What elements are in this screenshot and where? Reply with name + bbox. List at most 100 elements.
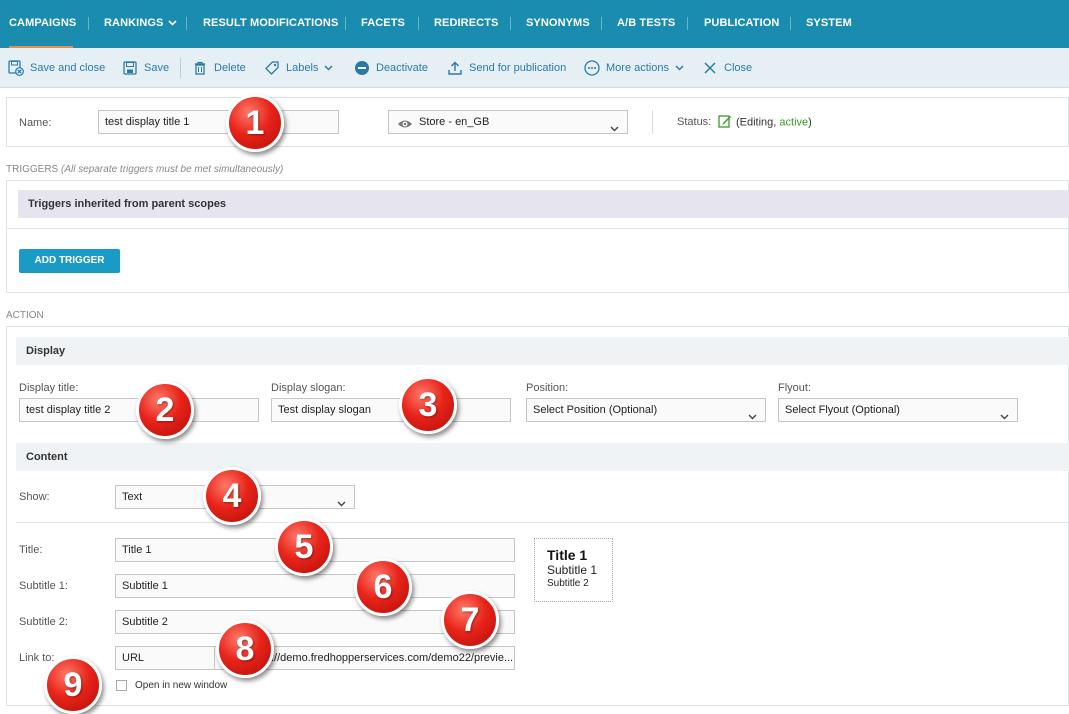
nav-redirects[interactable]: REDIRECTS	[434, 0, 498, 48]
eye-icon	[397, 116, 413, 133]
chevron-down-icon	[610, 118, 619, 133]
callout-badge-6: 6	[354, 558, 412, 616]
status-active-text: active	[779, 116, 809, 129]
flyout-label: Flyout:	[778, 382, 812, 394]
callout-badge-1: 1	[226, 94, 284, 152]
display-title-label: Display title:	[19, 382, 79, 394]
nav-campaigns[interactable]: CAMPAIGNS	[9, 0, 76, 48]
save-button[interactable]: Save	[122, 48, 169, 88]
nav-separator	[88, 17, 89, 30]
nav-ab-tests[interactable]: A/B TESTS	[617, 0, 675, 48]
display-slogan-label: Display slogan:	[271, 382, 346, 394]
chevron-down-icon	[324, 62, 333, 74]
more-dots-icon	[584, 60, 600, 76]
nav-rankings[interactable]: RANKINGS	[104, 0, 178, 48]
edit-icon	[718, 114, 732, 131]
preview-subtitle1: Subtitle 1	[547, 563, 598, 577]
chevron-down-icon	[675, 62, 684, 74]
deactivate-button[interactable]: Deactivate	[354, 48, 428, 88]
campaign-header-panel: Name: test display title 1 Store - en_GB…	[6, 97, 1069, 147]
title-label: Title:	[19, 544, 43, 556]
subtitle2-label: Subtitle 2:	[19, 616, 68, 628]
triggers-panel: Triggers inherited from parent scopes AD…	[6, 180, 1069, 293]
status-open-text: (Editing,	[736, 116, 780, 129]
nav-separator	[186, 17, 187, 30]
save-label: Save	[144, 62, 170, 74]
labels-label: Labels	[286, 62, 319, 74]
subtitle1-label: Subtitle 1:	[19, 580, 68, 592]
close-icon	[702, 60, 718, 76]
chevron-down-icon	[337, 493, 346, 508]
nav-separator	[418, 17, 419, 30]
callout-badge-2: 2	[136, 381, 194, 439]
open-new-window-label: Open in new window	[135, 680, 228, 691]
save-and-close-button[interactable]: Save and close	[8, 48, 105, 88]
header-separator	[652, 110, 653, 134]
minus-circle-icon	[354, 60, 370, 76]
name-input[interactable]: test display title 1	[98, 110, 339, 134]
chevron-down-icon	[748, 406, 757, 421]
action-section-title: ACTION	[6, 310, 44, 321]
callout-badge-3: 3	[399, 376, 457, 434]
send-for-publication-label: Send for publication	[469, 62, 567, 74]
more-actions-label: More actions	[606, 62, 669, 74]
position-select-value: Select Position (Optional)	[533, 404, 658, 416]
callout-badge-4: 4	[203, 467, 261, 525]
open-new-window-checkbox[interactable]	[116, 680, 127, 691]
nav-synonyms[interactable]: SYNONYMS	[526, 0, 590, 48]
divider	[16, 522, 1069, 523]
divider	[7, 228, 1069, 229]
flyout-select[interactable]: Select Flyout (Optional)	[778, 398, 1018, 422]
chevron-down-icon	[1000, 406, 1009, 421]
triggers-section-title: TRIGGERS (All separate triggers must be …	[6, 164, 283, 175]
preview-title: Title 1	[547, 547, 588, 563]
nav-separator	[687, 17, 688, 30]
callout-badge-9: 9	[44, 656, 102, 714]
status-label: Status:	[677, 116, 712, 128]
add-trigger-button[interactable]: ADD TRIGGER	[19, 249, 120, 273]
action-toolbar: Save and close Save Delete Labels Deacti…	[0, 48, 1069, 88]
nav-publication[interactable]: PUBLICATION	[704, 0, 779, 48]
upload-icon	[447, 60, 463, 76]
link-to-label: Link to:	[19, 652, 55, 664]
link-type-select[interactable]: URL	[115, 646, 215, 670]
show-label: Show:	[19, 491, 50, 503]
preview-subtitle2: Subtitle 2	[547, 578, 589, 589]
send-for-publication-button[interactable]: Send for publication	[447, 48, 566, 88]
callout-badge-7: 7	[441, 591, 499, 649]
nav-result-modifications[interactable]: RESULT MODIFICATIONS	[203, 0, 338, 48]
content-band: Content	[16, 443, 1069, 471]
display-slogan-input[interactable]: Test display slogan	[271, 398, 511, 422]
show-select-value: Text	[122, 491, 143, 503]
position-label: Position:	[526, 382, 569, 394]
save-close-icon	[8, 60, 24, 76]
flyout-select-value: Select Flyout (Optional)	[785, 404, 900, 416]
nav-separator	[510, 17, 511, 30]
name-label: Name:	[19, 117, 52, 129]
store-select[interactable]: Store - en_GB	[388, 110, 628, 134]
display-band: Display	[16, 337, 1069, 365]
nav-system[interactable]: SYSTEM	[806, 0, 852, 48]
position-select[interactable]: Select Position (Optional)	[526, 398, 766, 422]
nav-separator	[345, 17, 346, 30]
close-button[interactable]: Close	[702, 48, 752, 88]
toolbar-separator	[180, 58, 181, 78]
close-label: Close	[724, 62, 753, 74]
nav-separator	[601, 17, 602, 30]
triggers-note: (All separate triggers must be met simul…	[61, 164, 284, 175]
top-navigation: CAMPAIGNS RANKINGS RESULT MODIFICATIONS …	[0, 0, 1069, 48]
store-select-value: Store - en_GB	[419, 116, 490, 128]
labels-dropdown[interactable]: Labels	[264, 48, 333, 88]
triggers-inherited-band: Triggers inherited from parent scopes	[18, 190, 1069, 218]
save-and-close-label: Save and close	[30, 62, 106, 74]
status-indicator: (Editing, active)	[718, 114, 812, 131]
nav-facets[interactable]: FACETS	[361, 0, 405, 48]
delete-label: Delete	[214, 62, 246, 74]
chevron-down-icon	[168, 0, 178, 46]
nav-separator	[790, 17, 791, 30]
more-actions-dropdown[interactable]: More actions	[584, 48, 684, 88]
callout-badge-5: 5	[275, 518, 333, 576]
deactivate-label: Deactivate	[376, 62, 428, 74]
delete-button[interactable]: Delete	[192, 48, 246, 88]
tag-icon	[264, 60, 280, 76]
